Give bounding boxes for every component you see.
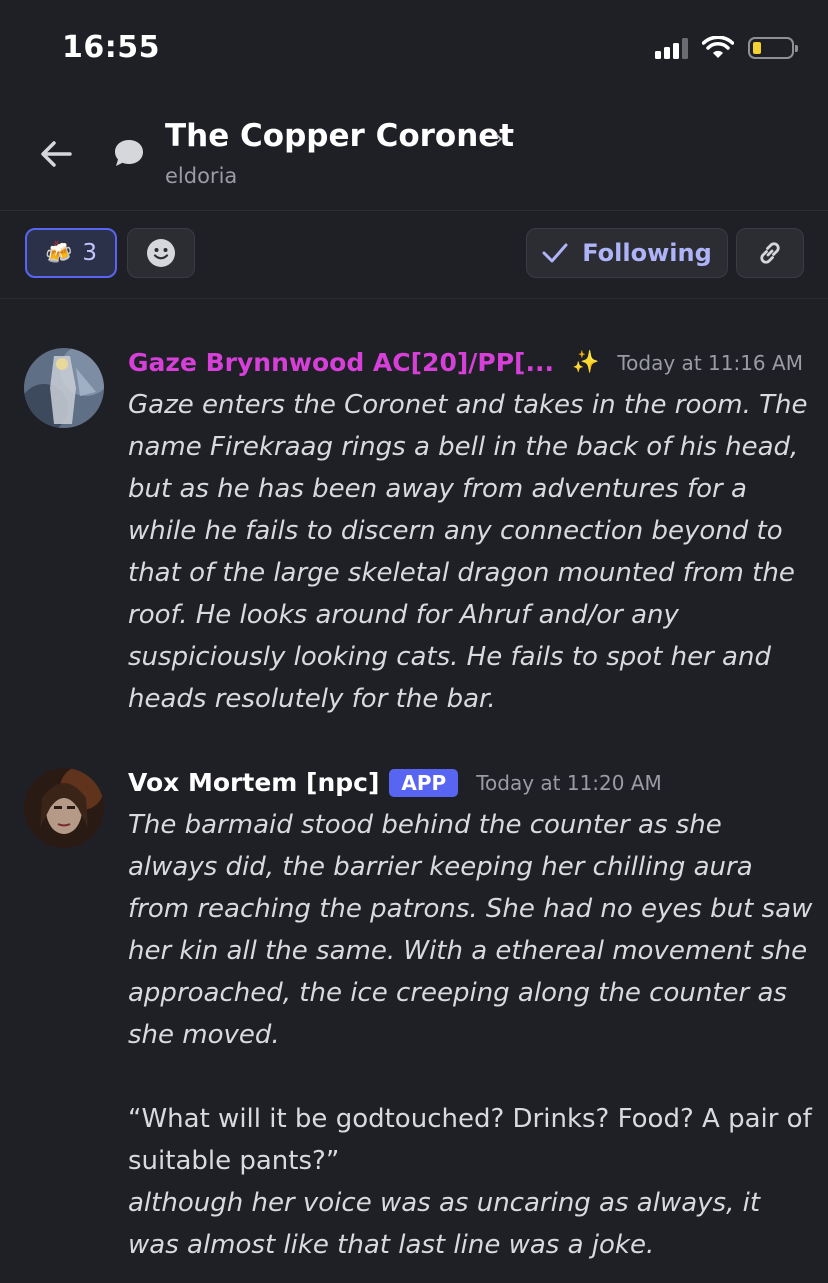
message-text: The barmaid stood behind the counter as …	[128, 810, 813, 1050]
message-body: The barmaid stood behind the counter as …	[128, 804, 818, 1266]
copy-link-button[interactable]	[736, 228, 804, 278]
smiley-icon	[147, 239, 175, 267]
message-text: although her voice was as uncaring as al…	[128, 1188, 761, 1260]
avatar[interactable]	[24, 768, 104, 848]
checkmark-icon	[542, 243, 568, 263]
wifi-icon	[702, 36, 734, 58]
message-header: Gaze Brynnwood AC[20]/PP[... ✨ Today at …	[128, 348, 803, 377]
sparkles-icon: ✨	[571, 350, 600, 375]
channel-title[interactable]: The Copper Coronet	[165, 118, 514, 154]
chevron-right-icon[interactable]: ›	[494, 124, 504, 152]
message-text: Gaze enters the Coronet and takes in the…	[128, 390, 808, 714]
thread-bubble-icon	[115, 140, 143, 166]
timestamp: Today at 11:20 AM	[476, 770, 662, 795]
message-quote: “What will it be godtouched? Drinks? Foo…	[128, 1104, 812, 1176]
app-badge: APP	[389, 768, 459, 797]
server-name: eldoria	[165, 164, 238, 188]
battery-icon	[748, 37, 798, 59]
back-arrow-icon[interactable]	[36, 134, 76, 174]
username[interactable]: Vox Mortem [npc]	[128, 768, 379, 797]
message-header: Vox Mortem [npc] APP Today at 11:20 AM	[128, 768, 662, 797]
link-icon	[760, 242, 780, 264]
thread-toolbar: 🍻 3 Following	[0, 210, 828, 299]
timestamp: Today at 11:16 AM	[617, 350, 803, 375]
following-label: Following	[582, 239, 712, 267]
status-bar: 16:55	[0, 0, 828, 100]
beer-mugs-emoji: 🍻	[44, 240, 73, 266]
add-reaction-button[interactable]	[127, 228, 195, 278]
cellular-signal-icon	[655, 37, 688, 59]
channel-header: The Copper Coronet › eldoria	[0, 100, 828, 211]
status-icons	[655, 36, 798, 60]
following-button[interactable]: Following	[526, 228, 728, 278]
reaction-chip[interactable]: 🍻 3	[25, 228, 117, 278]
username[interactable]: Gaze Brynnwood AC[20]/PP[...	[128, 348, 554, 377]
reaction-count: 3	[82, 240, 98, 266]
avatar[interactable]	[24, 348, 104, 428]
status-time: 16:55	[62, 30, 160, 65]
